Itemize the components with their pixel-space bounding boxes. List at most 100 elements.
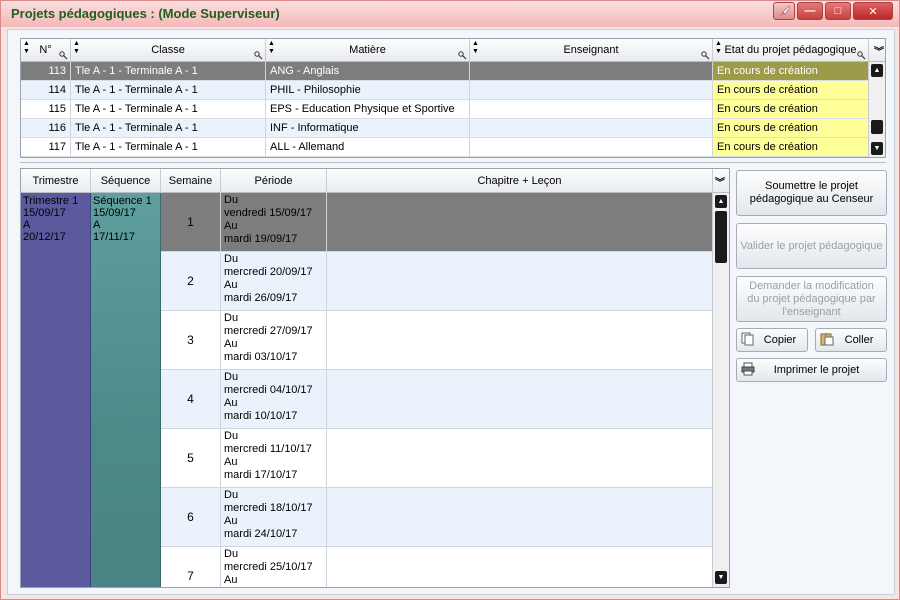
trimestre-end: 20/12/17 (23, 231, 66, 243)
trimestre-start: 15/09/17 (23, 207, 66, 219)
projects-table-scrollbar[interactable]: ▲ ▼ (868, 62, 885, 157)
week-row[interactable]: 7 Du mercredi 25/10/17 Au (161, 547, 713, 587)
period-line: Au (224, 220, 238, 232)
period-line: Du (224, 312, 239, 324)
header-trimestre[interactable]: Trimestre (21, 169, 91, 193)
copy-icon (741, 332, 754, 346)
cell-classe: Tle A - 1 - Terminale A - 1 (71, 100, 266, 118)
header-periode[interactable]: Période (221, 169, 327, 193)
header-classe[interactable]: ▲ ▼ Classe (71, 39, 266, 62)
maximize-button[interactable]: □ (825, 2, 851, 20)
title-bar[interactable]: Projets pédagogiques : (Mode Superviseur… (1, 1, 899, 27)
cell-enseignant (470, 138, 713, 156)
cell-classe: Tle A - 1 - Terminale A - 1 (71, 119, 266, 137)
submit-to-censeur-button[interactable]: Soumettre le projet pédagogique au Cense… (736, 170, 887, 216)
table-row[interactable]: 114 Tle A - 1 - Terminale A - 1 PHIL - P… (21, 81, 869, 100)
filter-key-icon[interactable] (254, 51, 263, 60)
minimize-button[interactable]: — (797, 2, 823, 20)
cell-matiere: ANG - Anglais (266, 62, 470, 80)
week-row[interactable]: 2 Du mercredi 20/09/17 Au mardi 26/09/17 (161, 252, 713, 311)
header-etat[interactable]: ▲ ▼ Etat du projet pédagogique (713, 39, 869, 62)
table-row[interactable]: 116 Tle A - 1 - Terminale A - 1 INF - In… (21, 119, 869, 138)
scroll-down-arrow-icon[interactable]: ▼ (715, 571, 727, 584)
trimestre-cell[interactable]: Trimestre 1 15/09/17 A 20/12/17 (21, 193, 91, 587)
week-row[interactable]: 1 Du vendredi 15/09/17 Au mardi 19/09/17 (161, 193, 713, 252)
scroll-thumb[interactable] (715, 211, 727, 263)
scroll-up-arrow-icon[interactable]: ▲ (871, 64, 883, 77)
period-cell: Du mercredi 20/09/17 Au mardi 26/09/17 (221, 252, 327, 310)
cell-num: 115 (21, 100, 71, 118)
panel-divider[interactable] (20, 162, 886, 163)
week-row[interactable]: 6 Du mercredi 18/10/17 Au mardi 24/10/17 (161, 488, 713, 547)
print-label: Imprimer le projet (773, 363, 860, 376)
chapter-cell[interactable] (327, 252, 713, 310)
header-num[interactable]: ▲ ▼ N° (21, 39, 71, 62)
table-row[interactable]: 115 Tle A - 1 - Terminale A - 1 EPS - Ed… (21, 100, 869, 119)
close-button[interactable]: ✕ (853, 2, 893, 20)
cell-matiere: INF - Informatique (266, 119, 470, 137)
scroll-down-arrow-icon[interactable]: ▼ (871, 142, 883, 155)
week-row[interactable]: 5 Du mercredi 11/10/17 Au mardi 17/10/17 (161, 429, 713, 488)
sort-icon[interactable]: ▲ ▼ (715, 40, 722, 56)
header-matiere-label: Matière (349, 44, 386, 56)
sort-icon[interactable]: ▲ ▼ (268, 40, 275, 56)
cell-enseignant (470, 119, 713, 137)
brush-icon[interactable] (773, 2, 795, 20)
header-enseignant[interactable]: ▲ ▼ Enseignant (470, 39, 713, 62)
request-modification-button[interactable]: Demander la modification du projet pédag… (736, 276, 887, 322)
double-chevron-down-icon[interactable]: ︾ (715, 174, 725, 189)
chapter-cell[interactable] (327, 193, 713, 251)
filter-key-icon[interactable] (458, 51, 467, 60)
chapter-cell[interactable] (327, 488, 713, 546)
cell-classe: Tle A - 1 - Terminale A - 1 (71, 62, 266, 80)
copy-button[interactable]: Copier (736, 328, 808, 352)
chapter-cell[interactable] (327, 311, 713, 369)
filter-key-icon[interactable] (59, 51, 68, 60)
cell-matiere: EPS - Education Physique et Sportive (266, 100, 470, 118)
print-project-button[interactable]: Imprimer le projet (736, 358, 887, 382)
period-line: mercredi 27/09/17 (224, 325, 313, 337)
sort-icon[interactable]: ▲ ▼ (73, 40, 80, 56)
sequence-cell[interactable]: Séquence 1 15/09/17 A 17/11/17 (91, 193, 161, 587)
sort-icon[interactable]: ▲ ▼ (23, 40, 30, 56)
period-line: mardi 03/10/17 (224, 351, 298, 363)
scroll-up-arrow-icon[interactable]: ▲ (715, 195, 727, 208)
header-enseignant-label: Enseignant (563, 44, 619, 56)
header-chapitre[interactable]: Chapitre + Leçon (327, 169, 713, 193)
period-line: Au (224, 338, 238, 350)
main-content: ▲ ▼ N° ▲ ▼ Classe ▲ ▼ Matière ▲ ▼ Enseignant (7, 29, 895, 595)
chapter-cell[interactable] (327, 547, 713, 587)
validate-project-button[interactable]: Valider le projet pédagogique (736, 223, 887, 269)
projects-table: ▲ ▼ N° ▲ ▼ Classe ▲ ▼ Matière ▲ ▼ Enseignant (20, 38, 886, 158)
header-matiere[interactable]: ▲ ▼ Matière (266, 39, 470, 62)
chapter-cell[interactable] (327, 370, 713, 428)
cell-num: 117 (21, 138, 71, 156)
header-sequence[interactable]: Séquence (91, 169, 161, 193)
period-line: Du (224, 489, 239, 501)
table-row[interactable]: 117 Tle A - 1 - Terminale A - 1 ALL - Al… (21, 138, 869, 157)
period-cell: Du mercredi 18/10/17 Au mardi 24/10/17 (221, 488, 327, 546)
period-cell: Du mercredi 11/10/17 Au mardi 17/10/17 (221, 429, 327, 487)
schedule-table-scrollbar[interactable]: ▲ ▼ (712, 193, 729, 587)
sort-icon[interactable]: ▲ ▼ (472, 40, 479, 56)
week-number: 1 (161, 193, 221, 251)
week-row[interactable]: 3 Du mercredi 27/09/17 Au mardi 03/10/17 (161, 311, 713, 370)
chapter-cell[interactable] (327, 429, 713, 487)
table-row[interactable]: 113 Tle A - 1 - Terminale A - 1 ANG - An… (21, 62, 869, 81)
sequence-label: Séquence 1 (93, 195, 152, 207)
cell-classe: Tle A - 1 - Terminale A - 1 (71, 81, 266, 99)
period-line: Du (224, 430, 239, 442)
week-row[interactable]: 4 Du mercredi 04/10/17 Au mardi 10/10/17 (161, 370, 713, 429)
double-chevron-down-icon[interactable]: ︾ (874, 43, 884, 58)
scroll-thumb[interactable] (871, 120, 883, 134)
filter-key-icon[interactable] (701, 51, 710, 60)
paste-button[interactable]: Coller (815, 328, 887, 352)
validate-label: Valider le projet pédagogique (740, 239, 883, 252)
period-cell: Du mercredi 27/09/17 Au mardi 03/10/17 (221, 311, 327, 369)
header-semaine[interactable]: Semaine (161, 169, 221, 193)
trimestre-label: Trimestre 1 (23, 195, 79, 207)
filter-key-icon[interactable] (857, 51, 866, 60)
cell-etat: En cours de création (713, 62, 869, 80)
period-cell: Du vendredi 15/09/17 Au mardi 19/09/17 (221, 193, 327, 251)
cell-num: 113 (21, 62, 71, 80)
